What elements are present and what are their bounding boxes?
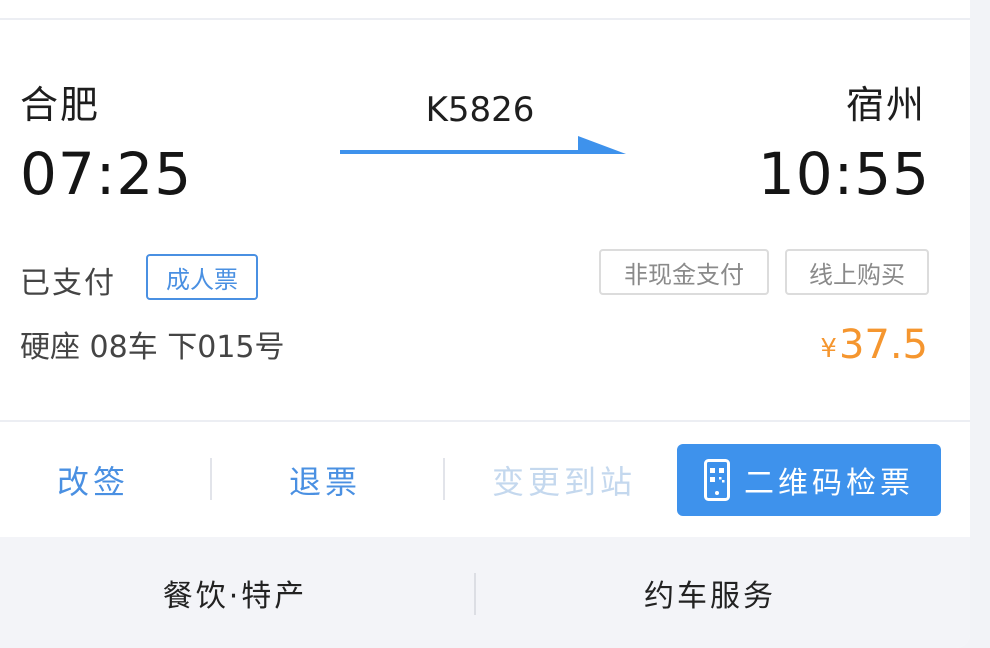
service-footer: 餐饮·特产 约车服务 (0, 537, 970, 648)
arrival-time: 10:55 (757, 140, 930, 208)
price-value: 37.5 (838, 322, 928, 368)
currency-symbol: ¥ (820, 334, 837, 364)
footer-separator (474, 573, 476, 615)
dining-specialty-link[interactable]: 餐饮·特产 (130, 567, 340, 619)
departure-station: 合肥 (20, 83, 101, 127)
section-divider (0, 420, 970, 422)
change-destination-button[interactable]: 变更到站 (478, 452, 650, 508)
qr-phone-icon (704, 459, 730, 501)
qr-check-in-label: 二维码检票 (744, 466, 914, 501)
qr-check-in-button[interactable]: 二维码检票 (677, 444, 941, 516)
ride-service-link[interactable]: 约车服务 (600, 567, 820, 619)
payment-method-badge: 非现金支付 (599, 249, 769, 295)
direction-arrow-icon (340, 134, 630, 166)
refund-button[interactable]: 退票 (252, 452, 398, 508)
ticket-price: ¥ 37.5 (820, 322, 928, 368)
departure-time: 07:25 (20, 140, 193, 208)
payment-status: 已支付 (20, 266, 116, 301)
seat-info: 硬座 08车 下015号 (20, 330, 285, 365)
ticket-type-badge: 成人票 (146, 254, 258, 300)
action-separator (210, 458, 212, 500)
ticket-card: 合肥 07:25 K5826 宿州 10:55 已支付 成人票 非现金支付 线上… (0, 0, 970, 648)
arrival-station: 宿州 (845, 83, 926, 127)
action-separator (443, 458, 445, 500)
purchase-channel-badge: 线上购买 (785, 249, 929, 295)
train-number: K5826 (425, 90, 535, 130)
change-ticket-button[interactable]: 改签 (20, 452, 166, 508)
top-divider (0, 18, 970, 20)
